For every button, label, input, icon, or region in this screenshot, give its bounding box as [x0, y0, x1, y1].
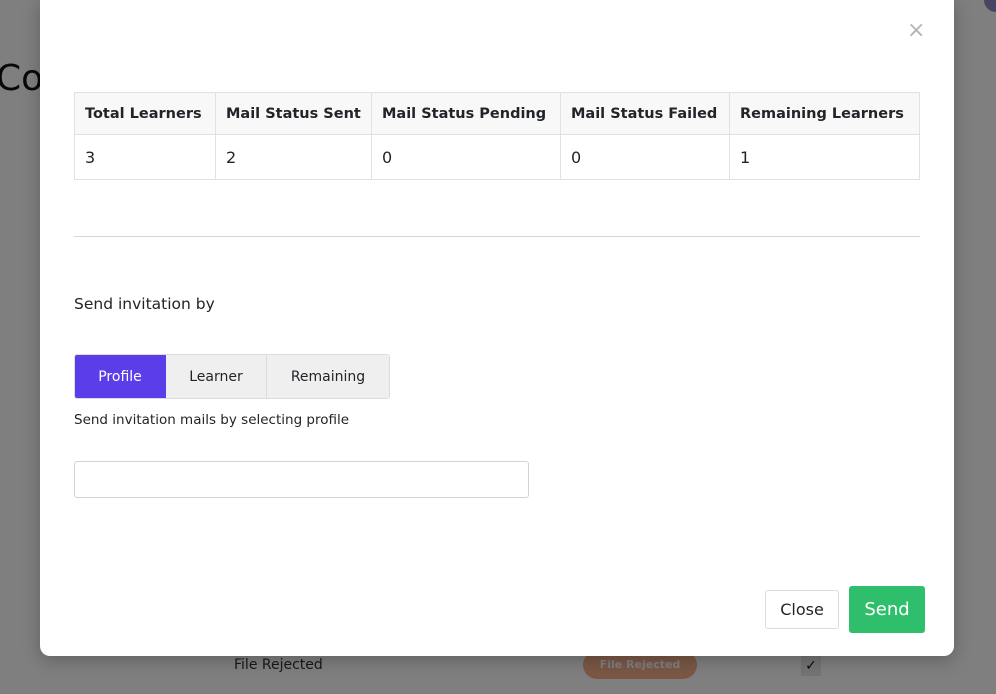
value-remaining-learners: 1: [729, 134, 920, 180]
divider: [74, 236, 920, 237]
profile-select-input[interactable]: [74, 461, 529, 498]
tab-remaining[interactable]: Remaining: [267, 355, 389, 398]
header-mail-status-failed: Mail Status Failed: [560, 92, 730, 135]
value-mail-status-pending: 0: [371, 134, 561, 180]
value-mail-status-failed: 0: [560, 134, 730, 180]
mail-status-table: Total Learners Mail Status Sent Mail Sta…: [74, 92, 920, 180]
close-button[interactable]: Close: [765, 590, 839, 629]
value-total-learners: 3: [74, 134, 216, 180]
header-remaining-learners: Remaining Learners: [729, 92, 920, 135]
close-icon[interactable]: ×: [907, 20, 925, 42]
header-mail-status-sent: Mail Status Sent: [215, 92, 372, 135]
tab-profile[interactable]: Profile: [75, 355, 166, 398]
invitation-modal: × Total Learners Mail Status Sent Mail S…: [40, 0, 954, 656]
help-text: Send invitation mails by selecting profi…: [74, 412, 350, 428]
send-button[interactable]: Send: [849, 586, 925, 633]
value-mail-status-sent: 2: [215, 134, 372, 180]
send-invitation-label: Send invitation by: [74, 295, 215, 313]
invitation-type-tabs: Profile Learner Remaining: [74, 354, 390, 399]
table-header-row: Total Learners Mail Status Sent Mail Sta…: [74, 92, 920, 135]
table-row: 3 2 0 0 1: [74, 134, 920, 180]
header-total-learners: Total Learners: [74, 92, 216, 135]
header-mail-status-pending: Mail Status Pending: [371, 92, 561, 135]
tab-learner[interactable]: Learner: [166, 355, 267, 398]
